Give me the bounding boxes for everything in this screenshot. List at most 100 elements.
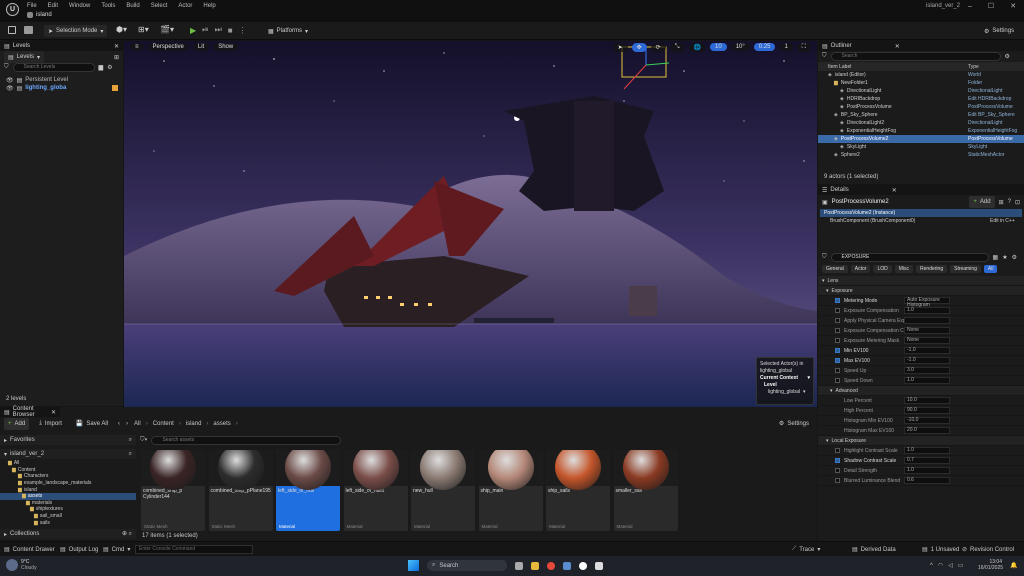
property-value-field[interactable]: 90.0 — [904, 407, 950, 414]
add-level-icon[interactable]: ⊞ — [114, 54, 119, 61]
property-value-field[interactable]: 0.7 — [904, 457, 950, 464]
more-icon[interactable]: ⋮ — [239, 26, 247, 35]
project-tab[interactable]: island — [27, 12, 52, 18]
property-value-field[interactable]: 1.0 — [904, 307, 950, 314]
revision-control-button[interactable]: ⊘ Revision Control — [962, 546, 1014, 554]
breadcrumb-item[interactable]: assets — [213, 421, 230, 427]
folder-tree-item[interactable]: ▆ example_landscape_materials — [0, 480, 136, 487]
filter-tab-general[interactable]: General — [822, 265, 848, 273]
unreal-engine-icon[interactable] — [579, 561, 587, 570]
menu-item-actor[interactable]: Actor — [178, 3, 192, 9]
outliner-row[interactable]: ◈ ExponentialHeightFog ExponentialHeightFo… — [818, 127, 1024, 135]
lens-section[interactable]: ▾ Lens — [818, 276, 1024, 286]
property-value-field[interactable]: 1.0 — [904, 467, 950, 474]
outliner-row[interactable]: ◈ PostProcessVolume PostProcessVolume — [818, 103, 1024, 111]
outliner-row[interactable]: ◈ Sphere2 StaticMeshActor — [818, 151, 1024, 159]
close-icon[interactable]: ✕ — [892, 187, 897, 194]
unsaved-button[interactable]: ▤ 1 Unsaved — [922, 546, 959, 554]
local-exposure-section[interactable]: ▾ Local Exposure — [818, 436, 1024, 446]
asset-tile[interactable]: combined_ship_pPlane195 Static Mesh — [208, 450, 273, 531]
level-color-swatch[interactable] — [112, 85, 118, 91]
maximize-viewport-icon[interactable]: ⛶ — [796, 42, 811, 52]
menu-item-file[interactable]: File — [27, 3, 37, 9]
menu-item-build[interactable]: Build — [126, 3, 139, 9]
content-drawer-button[interactable]: ▤ Content Drawer — [4, 546, 55, 554]
project-header[interactable]: ▾ island_ver_2 ⌕ — [0, 449, 136, 459]
outliner-row[interactable]: ◈ SkyLight SkyLight — [818, 143, 1024, 151]
close-icon[interactable]: ✕ — [114, 43, 119, 50]
add-actor-icon[interactable]: ⬢▾ — [116, 25, 127, 34]
outliner-search-input[interactable]: Search — [830, 52, 1001, 61]
folder-tree-item[interactable]: ▆ assets — [0, 492, 136, 500]
grid-snap-value[interactable]: 10 — [710, 43, 727, 51]
outliner-row[interactable]: ◈ PostProcessVolume2 PostProcessVolume — [818, 135, 1024, 143]
taskbar-search[interactable]: ⌕ Search — [427, 560, 507, 571]
play-icon[interactable]: ▶ — [190, 26, 196, 35]
folder-tree-item[interactable]: ▆ Content — [0, 467, 136, 474]
asset-tile[interactable]: new_hull Material — [411, 450, 475, 531]
chrome-icon[interactable] — [547, 561, 555, 570]
move-icon[interactable]: ✥ — [631, 42, 647, 52]
favorites-header[interactable]: ▸ Favorites ⌕ — [0, 435, 136, 445]
col-item-label[interactable]: Item Label — [828, 64, 851, 70]
scale-icon[interactable]: ⤡ — [669, 42, 685, 52]
outliner-row[interactable]: ▆ NewFolder1 Folder — [818, 79, 1024, 87]
skip-icon[interactable]: ⏭ — [215, 25, 222, 35]
gear-icon[interactable]: ⚙ — [1012, 254, 1017, 261]
output-log-button[interactable]: ▤ Output Log — [60, 546, 98, 554]
override-checkbox[interactable] — [835, 478, 840, 483]
menu-item-select[interactable]: Select — [151, 3, 168, 9]
asset-tile[interactable]: smaller_sail Material — [613, 450, 678, 531]
property-value-field[interactable]: None — [904, 337, 950, 344]
notification-icon[interactable]: 🔔 — [1010, 562, 1017, 569]
filter-tab-all[interactable]: All — [983, 265, 998, 273]
filter-tab-lod[interactable]: LOD — [873, 265, 892, 273]
angle-snap-value[interactable]: 10° — [730, 43, 750, 51]
component-row[interactable]: BrushComponent (BrushComponent0) Edit in … — [818, 217, 1024, 225]
property-value-field[interactable] — [904, 317, 950, 324]
viewport-options-button[interactable]: ≡ — [130, 43, 144, 51]
camera-speed-value[interactable]: 1 — [779, 43, 793, 51]
asset-tile[interactable]: combined_ship_p Cylinder144 Static Mesh — [141, 450, 205, 531]
cb-settings-button[interactable]: ⚙ Settings — [775, 418, 813, 430]
windows-start-icon[interactable] — [408, 560, 419, 571]
details-search-input[interactable]: EXPOSURE — [830, 253, 989, 262]
weather-widget[interactable]: 9°C Cloudy — [21, 559, 37, 571]
breadcrumb-item[interactable]: Content — [153, 421, 174, 427]
visibility-icon[interactable]: 👁 — [6, 85, 14, 92]
override-checkbox[interactable] — [835, 378, 840, 383]
blueprint-icon[interactable]: ⊞▾ — [138, 25, 149, 34]
property-value-field[interactable]: 1.0 — [904, 447, 950, 454]
blueprint-icon[interactable]: ⊞ — [999, 199, 1004, 206]
task-view-icon[interactable] — [515, 561, 523, 570]
override-checkbox[interactable] — [835, 308, 840, 313]
property-value-field[interactable]: 3.0 — [904, 367, 950, 374]
filter-icon[interactable]: ⛉ — [822, 53, 827, 60]
property-value-field[interactable]: Auto Exposure Histogram — [904, 297, 950, 308]
breadcrumb-item[interactable]: All — [134, 421, 141, 427]
import-button[interactable]: ⤓ Import — [35, 418, 66, 430]
filter-icon[interactable]: ⛉ — [4, 64, 9, 71]
folder-tree-item[interactable]: ▆ materials — [0, 500, 136, 507]
property-value-field[interactable]: 20.0 — [904, 427, 950, 434]
levels-dropdown[interactable]: ▤ Levels ▾ — [4, 51, 45, 63]
asset-tile[interactable]: left_side_of_hull Material — [276, 450, 340, 531]
cmd-dropdown[interactable]: ▤ Cmd ▾ — [103, 546, 130, 554]
minimize-icon[interactable]: – — [968, 3, 972, 10]
weather-icon[interactable] — [6, 559, 18, 571]
override-checkbox[interactable] — [835, 448, 840, 453]
perspective-button[interactable]: Perspective — [147, 43, 189, 51]
level-row[interactable]: 👁 ▤ Persistent Level — [0, 76, 123, 84]
search-icon[interactable]: ⌕ — [129, 451, 132, 458]
add-asset-button[interactable]: + Add — [4, 417, 30, 430]
property-value-field[interactable]: None — [904, 327, 950, 334]
folder-tree-item[interactable]: ▆ sail_small — [0, 513, 136, 520]
menu-item-tools[interactable]: Tools — [101, 3, 115, 9]
levels-search-input[interactable]: Search Levels — [12, 63, 95, 72]
gear-icon[interactable]: ⚙ — [1005, 53, 1010, 60]
property-value-field[interactable]: 10.0 — [904, 397, 950, 404]
folder-tree-item[interactable]: ▆ sails — [0, 519, 136, 526]
filter-icon[interactable]: ⛉ — [822, 254, 827, 261]
step-icon[interactable]: ⏯ — [202, 25, 208, 35]
filter-icon[interactable]: ⛉▾ — [140, 437, 147, 444]
